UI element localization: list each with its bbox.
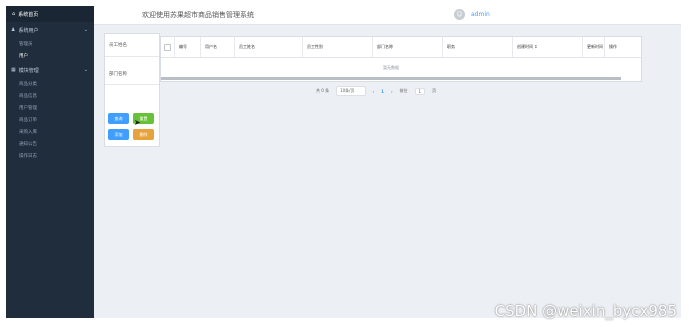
column-header: 用户名: [201, 37, 235, 57]
mouse-cursor-icon: ➤: [134, 118, 141, 127]
pagination: 共 0 条 10条/页 ‹ 1 › 前往 1 页: [316, 86, 436, 96]
column-header: 部门名称: [373, 37, 443, 57]
select-all-checkbox[interactable]: [161, 37, 175, 57]
sidebar-item-admin[interactable]: 管理员: [6, 38, 94, 50]
sidebar-item-category[interactable]: 商品分类: [6, 78, 94, 90]
sidebar-item-notice[interactable]: 通知公告: [6, 138, 94, 150]
sidebar-group-modules[interactable]: ▦ 模块管理 ⌄: [6, 62, 94, 78]
sidebar-item-label: 通知公告: [19, 142, 37, 147]
chevron-down-icon: ⌄: [83, 67, 88, 73]
add-button[interactable]: 添加: [108, 129, 129, 140]
sidebar-item-label: 商品信息: [19, 94, 37, 99]
next-page-button[interactable]: ›: [391, 89, 393, 94]
goto-page-input[interactable]: 1: [414, 87, 426, 95]
divider: [105, 84, 159, 85]
table-header: 编号 用户名 员工姓名 员工性别 部门名称 职务 创建时间 ↕ 更新时间 操作: [161, 37, 641, 58]
sidebar-item-user-manage[interactable]: 用户管理: [6, 102, 94, 114]
empty-state: 暂无数据: [383, 64, 399, 70]
filter-panel: 员工姓名 部门名称 查询 重置 添加 删除: [104, 33, 160, 147]
employee-name-field[interactable]: 员工姓名: [109, 42, 127, 48]
avatar[interactable]: ☺: [454, 9, 465, 20]
sidebar-item-label: 操作日志: [19, 154, 37, 159]
delete-button[interactable]: 删除: [133, 129, 154, 140]
goto-prefix: 前往: [399, 88, 408, 93]
pagination-total: 共 0 条: [316, 88, 330, 93]
sortable-column-header[interactable]: 创建时间 ↕: [513, 37, 583, 57]
column-header: 编号: [175, 37, 201, 57]
sidebar-item-label: 商品分类: [19, 82, 37, 87]
data-table: 编号 用户名 员工姓名 员工性别 部门名称 职务 创建时间 ↕ 更新时间 操作 …: [160, 36, 642, 82]
column-header: 更新时间: [583, 37, 605, 57]
checkbox-icon[interactable]: [164, 43, 171, 51]
sidebar: ⌂ 系统首页 ♟ 系统用户 ⌄ 管理员 用户 ▦ 模块管理 ⌄ 商品分类 商品信…: [6, 6, 94, 318]
column-header: 员工性别: [303, 37, 373, 57]
sidebar-item-goods[interactable]: 商品信息: [6, 90, 94, 102]
sidebar-group-label: 系统用户: [18, 27, 39, 34]
column-header: 操作: [609, 44, 617, 49]
goto-suffix: 页: [432, 88, 437, 93]
sidebar-home[interactable]: ⌂ 系统首页: [6, 6, 94, 22]
sidebar-item-label: 采购入库: [19, 130, 37, 135]
sidebar-item-label: 用户管理: [19, 106, 37, 111]
watermark: CSDN @weixin_bycx985: [494, 302, 677, 320]
user-icon: ♟: [11, 27, 16, 33]
app-frame: ⌂ 系统首页 ♟ 系统用户 ⌄ 管理员 用户 ▦ 模块管理 ⌄ 商品分类 商品信…: [6, 6, 681, 318]
page-number-current[interactable]: 1: [381, 89, 384, 94]
welcome-text: 欢迎使用苏果超市商品销售管理系统: [142, 11, 254, 19]
top-bar: 欢迎使用苏果超市商品销售管理系统 ☺ admin: [94, 6, 681, 25]
sidebar-item-label: 用户: [19, 54, 28, 59]
column-header: 员工姓名: [235, 37, 303, 57]
username[interactable]: admin: [471, 11, 490, 18]
divider: [105, 56, 159, 57]
sidebar-group-label: 模块管理: [18, 67, 39, 74]
grid-icon: ▦: [11, 67, 16, 73]
search-button[interactable]: 查询: [108, 113, 129, 124]
horizontal-scrollbar[interactable]: [161, 77, 621, 80]
sidebar-group-system-users[interactable]: ♟ 系统用户 ⌄: [6, 22, 94, 38]
prev-page-button[interactable]: ‹: [373, 89, 375, 94]
home-icon: ⌂: [12, 11, 16, 17]
sidebar-item-label: 管理员: [19, 42, 33, 47]
chevron-down-icon: ⌄: [83, 27, 88, 33]
page-size-select[interactable]: 10条/页: [336, 86, 366, 96]
user-menu[interactable]: ☺ admin: [454, 9, 490, 20]
sidebar-item-stock-in[interactable]: 采购入库: [6, 126, 94, 138]
sidebar-item-log[interactable]: 操作日志: [6, 150, 94, 162]
sidebar-item-user[interactable]: 用户: [6, 50, 94, 62]
sidebar-home-label: 系统首页: [18, 11, 39, 18]
sidebar-item-label: 商品订单: [19, 118, 37, 123]
column-header: 职务: [443, 37, 513, 57]
department-name-field[interactable]: 部门名称: [109, 71, 127, 77]
sidebar-item-orders[interactable]: 商品订单: [6, 114, 94, 126]
